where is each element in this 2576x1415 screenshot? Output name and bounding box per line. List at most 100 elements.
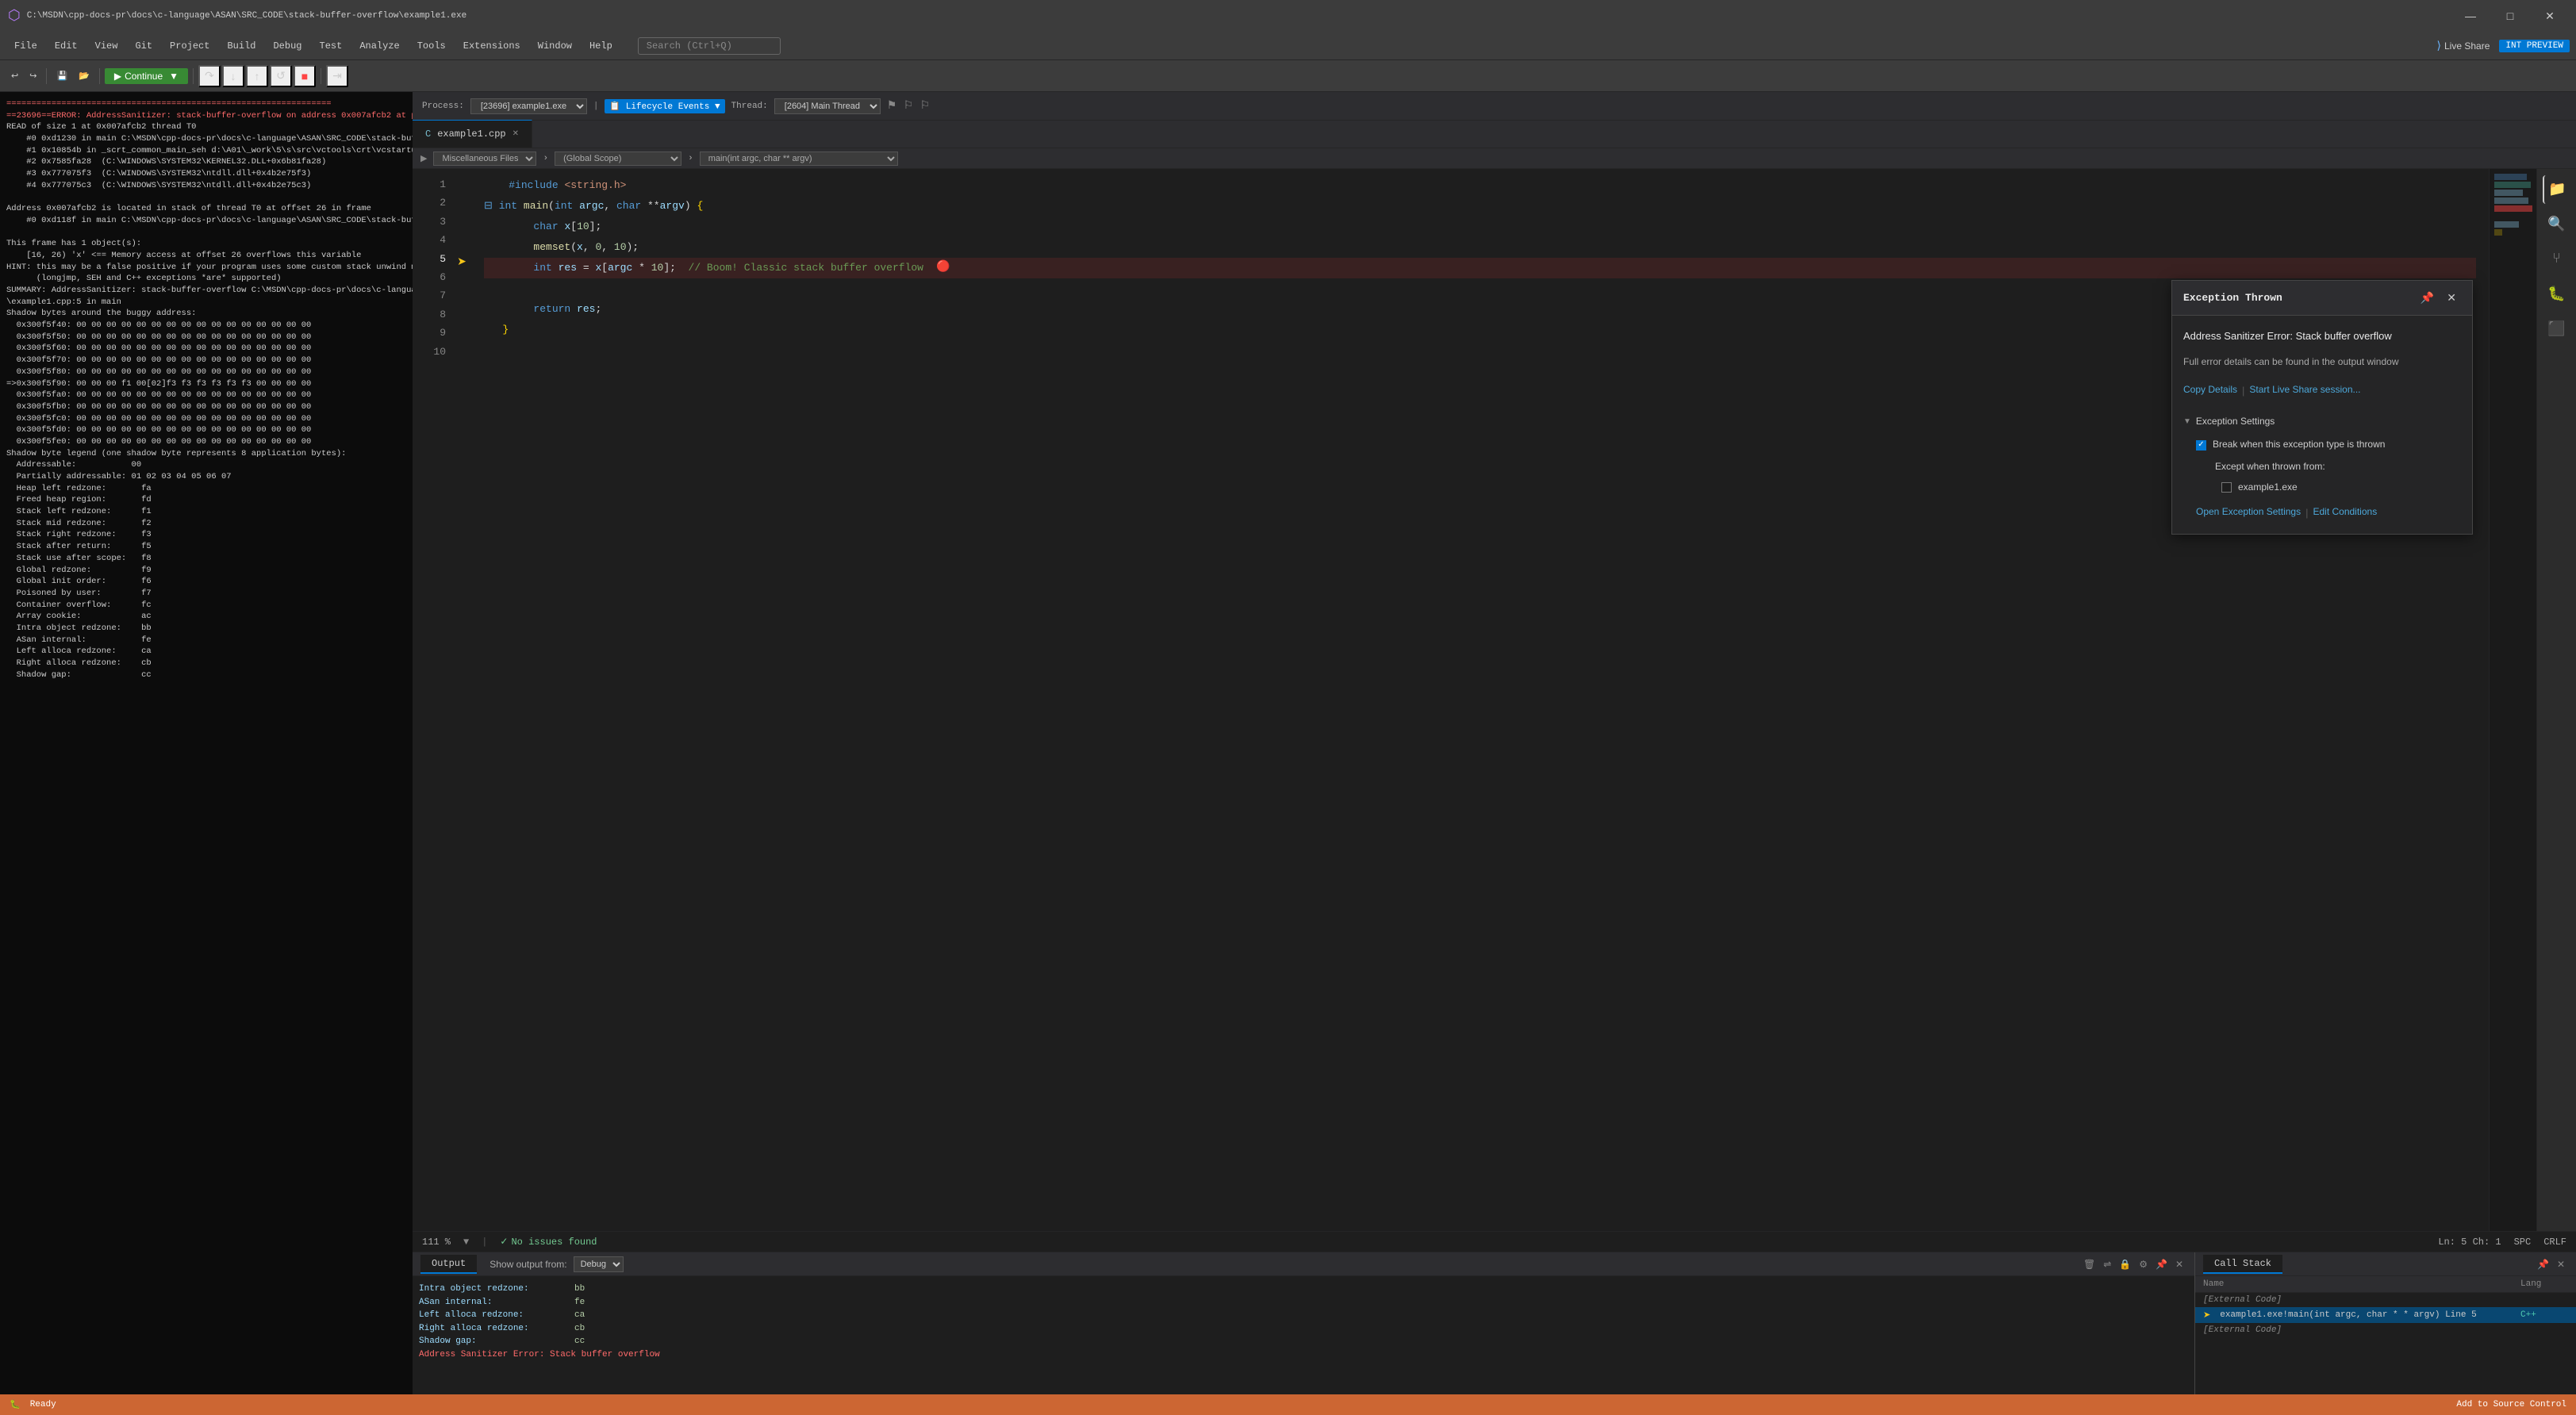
step-over-button[interactable]: ↷ — [198, 65, 221, 87]
menu-analyze[interactable]: Analyze — [351, 37, 407, 55]
popup-pin-button[interactable]: 📌 — [2416, 290, 2439, 306]
continue-dropdown[interactable]: ▼ — [169, 71, 179, 82]
call-stack-arrow-icon: ➤ — [2203, 1310, 2210, 1321]
call-stack-tab[interactable]: Call Stack — [2203, 1255, 2282, 1274]
thread-select[interactable]: [2604] Main Thread — [774, 98, 881, 114]
open-exception-settings-link[interactable]: Open Exception Settings — [2196, 504, 2301, 522]
popup-controls: 📌 ✕ — [2416, 290, 2461, 306]
menu-file[interactable]: File — [6, 37, 45, 55]
output-row-1: Intra object redzone: bb — [419, 1283, 2188, 1296]
output-word-wrap-button[interactable]: ⇌ — [2100, 1257, 2114, 1271]
menu-bar: File Edit View Git Project Build Debug T… — [0, 32, 2576, 60]
code-line-3: char x [ 10 ]; — [484, 217, 2476, 237]
call-stack-header: Call Stack 📌 ✕ — [2195, 1252, 2576, 1276]
output-close-button[interactable]: ✕ — [2172, 1257, 2186, 1271]
output-from-select[interactable]: Debug — [574, 1256, 624, 1272]
menu-edit[interactable]: Edit — [47, 37, 86, 55]
activity-search-icon[interactable]: 🔍 — [2543, 210, 2571, 239]
exception-popup-body: Address Sanitizer Error: Stack buffer ov… — [2172, 316, 2472, 533]
scope-dropdown[interactable]: (Global Scope) — [555, 151, 681, 166]
redo-button[interactable]: ↪ — [25, 68, 41, 83]
step-into-button[interactable]: ↓ — [222, 65, 244, 87]
terminal-line: 0x300f5fc0: 00 00 00 00 00 00 00 00 00 0… — [6, 413, 406, 425]
edit-conditions-link[interactable]: Edit Conditions — [2313, 504, 2377, 522]
menu-build[interactable]: Build — [219, 37, 263, 55]
tab-icon: C — [425, 128, 431, 140]
menu-test[interactable]: Test — [312, 37, 351, 55]
menu-window[interactable]: Window — [530, 37, 580, 55]
menu-tools[interactable]: Tools — [409, 37, 454, 55]
popup-close-button[interactable]: ✕ — [2442, 290, 2461, 306]
output-clear-button[interactable]: 🗑 — [2080, 1257, 2098, 1271]
toolbar-separator — [46, 68, 47, 84]
copy-details-link[interactable]: Copy Details — [2183, 382, 2237, 400]
output-settings-button[interactable]: ⚙ — [2136, 1257, 2151, 1271]
add-source-label[interactable]: Add to Source Control — [2456, 1400, 2566, 1409]
output-pin-button[interactable]: 📌 — [2152, 1257, 2171, 1271]
step-out-button[interactable]: ↑ — [246, 65, 268, 87]
live-share-session-link[interactable]: Start Live Share session... — [2249, 382, 2360, 400]
save-button[interactable]: 💾 — [52, 68, 72, 83]
tab-example1-cpp[interactable]: C example1.cpp ✕ — [413, 120, 532, 148]
file-location-dropdown[interactable]: Miscellaneous Files — [433, 151, 536, 166]
thread-label: Thread: — [731, 102, 768, 111]
live-share-button[interactable]: ⟩ Live Share — [2429, 36, 2498, 55]
terminal-line: 0x300f5fd0: 00 00 00 00 00 00 00 00 00 0… — [6, 424, 406, 436]
lifecycle-badge[interactable]: 📋 Lifecycle Events ▼ — [605, 99, 724, 113]
tab-close-button[interactable]: ✕ — [513, 129, 519, 139]
stop-button[interactable]: ■ — [294, 65, 316, 87]
restart-button[interactable]: ↺ — [270, 65, 292, 87]
terminal-line: ========================================… — [6, 98, 406, 110]
menu-project[interactable]: Project — [162, 37, 217, 55]
call-stack-tabs: Call Stack — [2203, 1255, 2282, 1274]
activity-explorer-icon[interactable]: 📁 — [2543, 175, 2571, 204]
call-stack-pin-button[interactable]: 📌 — [2534, 1257, 2552, 1271]
close-button[interactable]: ✕ — [2532, 4, 2568, 28]
run-to-cursor-button[interactable]: ⇥ — [326, 65, 348, 87]
terminal-line: Shadow bytes around the buggy address: — [6, 308, 406, 320]
process-select[interactable]: [23696] example1.exe — [470, 98, 587, 114]
menu-git[interactable]: Git — [127, 37, 160, 55]
function-dropdown[interactable]: main(int argc, char ** argv) — [700, 151, 898, 166]
terminal-line: Partially addressable: 01 02 03 04 05 06… — [6, 471, 406, 483]
menu-help[interactable]: Help — [582, 37, 620, 55]
file-path-bar: ▶ Miscellaneous Files › (Global Scope) ›… — [413, 148, 2576, 169]
output-key-2: ASan internal: — [419, 1296, 562, 1310]
terminal-line: 0x300f5fe0: 00 00 00 00 00 00 00 00 00 0… — [6, 436, 406, 448]
tab-bar: C example1.cpp ✕ — [413, 121, 2576, 148]
terminal-line: 0x300f5fb0: 00 00 00 00 00 00 00 00 00 0… — [6, 401, 406, 413]
menu-debug[interactable]: Debug — [265, 37, 309, 55]
cs-external-label-2: [External Code] — [2203, 1325, 2514, 1335]
activity-debug-icon[interactable]: 🐛 — [2543, 280, 2571, 309]
activity-extensions-icon[interactable]: ⬛ — [2543, 315, 2571, 343]
editor-wrapper: 1 2 3 4 5 6 7 8 9 10 ➤ — [413, 169, 2576, 1231]
search-box[interactable]: Search (Ctrl+Q) — [638, 37, 781, 55]
terminal-line: #0 0xd118f in main C:\MSDN\cpp-docs-pr\d… — [6, 215, 406, 227]
menu-view[interactable]: View — [87, 37, 126, 55]
call-stack-external-2[interactable]: [External Code] — [2195, 1323, 2576, 1337]
menu-extensions[interactable]: Extensions — [455, 37, 528, 55]
terminal-line: 0x300f5f80: 00 00 00 00 00 00 00 00 00 0… — [6, 366, 406, 378]
exception-settings-header[interactable]: ▼ Exception Settings — [2183, 413, 2461, 431]
undo-button[interactable]: ↩ — [6, 68, 23, 83]
call-stack-external-1[interactable]: [External Code] — [2195, 1293, 2576, 1307]
toolbar-separator-2 — [99, 68, 100, 84]
exception-detail-text: Full error details can be found in the o… — [2183, 354, 2461, 371]
line-num-10: 10 — [413, 343, 446, 361]
call-stack-close-button[interactable]: ✕ — [2554, 1257, 2568, 1271]
open-button[interactable]: 📂 — [74, 68, 94, 83]
minimize-button[interactable]: — — [2452, 4, 2489, 28]
zoom-dropdown[interactable]: ▼ — [463, 1237, 469, 1248]
break-exception-checkbox[interactable] — [2196, 440, 2206, 451]
except-file-checkbox[interactable] — [2221, 482, 2232, 493]
exception-popup-header: Exception Thrown 📌 ✕ — [2172, 281, 2472, 316]
output-tab[interactable]: Output — [420, 1255, 477, 1274]
output-lock-button[interactable]: 🔒 — [2116, 1257, 2134, 1271]
maximize-button[interactable]: □ — [2492, 4, 2528, 28]
status-ready-label: Ready — [30, 1400, 56, 1409]
activity-git-icon[interactable]: ⑂ — [2543, 245, 2571, 274]
call-stack-main-row[interactable]: ➤ example1.exe!main(int argc, char * * a… — [2195, 1307, 2576, 1323]
code-line-2: ⊟ int main ( int argc , char ** argv ) { — [484, 196, 2476, 217]
code-editor[interactable]: #include <string.h> ⊟ int main ( int arg… — [471, 169, 2489, 1231]
continue-button[interactable]: ▶ Continue ▼ — [105, 68, 188, 84]
